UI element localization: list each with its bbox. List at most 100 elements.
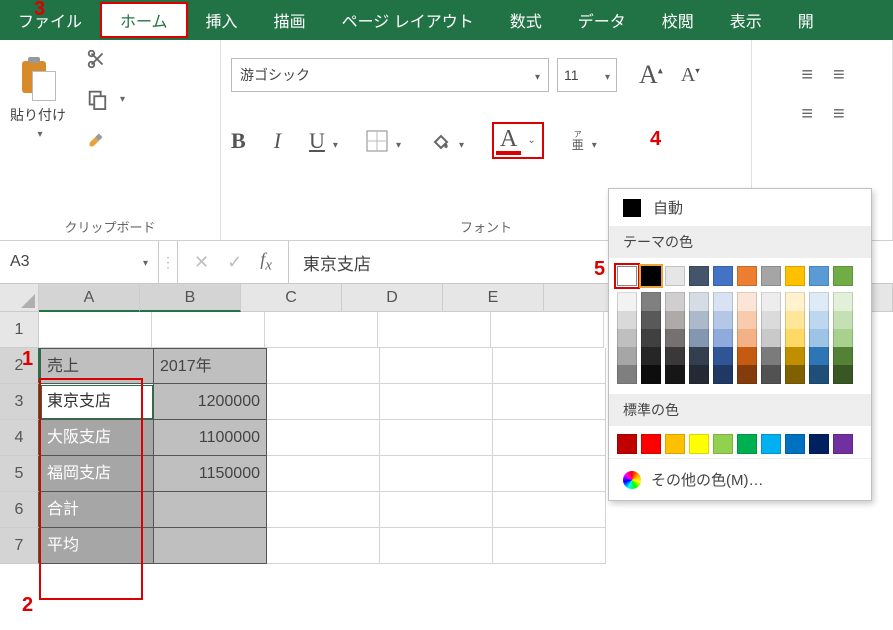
tint-color-swatch[interactable] (617, 329, 637, 347)
cell-A4[interactable]: 大阪支店 (40, 420, 154, 456)
align-top-button[interactable]: ≡ (801, 64, 811, 87)
tint-color-swatch[interactable] (713, 347, 733, 365)
cell-E3[interactable] (493, 384, 606, 420)
tab-formulas[interactable]: 数式 (492, 0, 560, 40)
tab-dev[interactable]: 開 (780, 0, 832, 40)
tint-color-swatch[interactable] (617, 311, 637, 329)
tab-insert[interactable]: 挿入 (188, 0, 256, 40)
cell-A5[interactable]: 福岡支店 (40, 456, 154, 492)
tint-color-swatch[interactable] (761, 311, 781, 329)
cell-B6[interactable] (154, 492, 267, 528)
cell-E5[interactable] (493, 456, 606, 492)
cell-A3[interactable]: 東京支店 (40, 384, 154, 420)
cancel-edit-button[interactable]: ✕ (194, 252, 209, 273)
row-header-7[interactable]: 7 (0, 528, 40, 564)
tint-color-swatch[interactable] (785, 292, 805, 311)
tint-color-swatch[interactable] (665, 311, 685, 329)
row-header-1[interactable]: 1 (0, 312, 39, 348)
tint-color-swatch[interactable] (761, 365, 781, 384)
cell-D7[interactable] (380, 528, 493, 564)
font-name-select[interactable]: 游ゴシック (231, 58, 549, 92)
theme-color-swatch[interactable] (737, 266, 757, 286)
standard-color-swatch[interactable] (713, 434, 733, 454)
font-color-button[interactable]: A ⌄ (492, 122, 544, 159)
phonetic-button[interactable]: ア亜 (572, 128, 597, 154)
cell-C3[interactable] (267, 384, 380, 420)
col-header-D[interactable]: D (342, 284, 443, 312)
tint-color-swatch[interactable] (833, 365, 853, 384)
format-painter-button[interactable] (86, 128, 125, 150)
fx-button[interactable]: fx (260, 249, 272, 275)
cell-E2[interactable] (493, 348, 606, 384)
tint-color-swatch[interactable] (641, 292, 661, 311)
tint-color-swatch[interactable] (641, 311, 661, 329)
tint-color-swatch[interactable] (833, 311, 853, 329)
confirm-edit-button[interactable]: ✓ (227, 252, 242, 273)
row-header-6[interactable]: 6 (0, 492, 40, 528)
align-left-button[interactable]: ≡ (801, 103, 811, 126)
tint-color-swatch[interactable] (713, 329, 733, 347)
cell-A1[interactable] (39, 312, 152, 348)
standard-color-swatch[interactable] (665, 434, 685, 454)
tint-color-swatch[interactable] (785, 329, 805, 347)
row-header-5[interactable]: 5 (0, 456, 40, 492)
tint-color-swatch[interactable] (833, 329, 853, 347)
font-size-select[interactable]: 11 (557, 58, 617, 92)
col-header-E[interactable]: E (443, 284, 544, 312)
cell-C4[interactable] (267, 420, 380, 456)
tint-color-swatch[interactable] (809, 292, 829, 311)
standard-color-swatch[interactable] (689, 434, 709, 454)
tint-color-swatch[interactable] (809, 311, 829, 329)
tint-color-swatch[interactable] (617, 347, 637, 365)
cell-B2[interactable]: 2017年 (154, 348, 267, 384)
theme-color-swatch[interactable] (785, 266, 805, 286)
cell-C5[interactable] (267, 456, 380, 492)
tint-color-swatch[interactable] (761, 329, 781, 347)
tint-color-swatch[interactable] (809, 329, 829, 347)
tab-draw[interactable]: 描画 (256, 0, 324, 40)
theme-color-swatch[interactable] (665, 266, 685, 286)
tint-color-swatch[interactable] (689, 292, 709, 311)
tint-color-swatch[interactable] (665, 292, 685, 311)
tint-color-swatch[interactable] (809, 365, 829, 384)
col-header-C[interactable]: C (241, 284, 342, 312)
tint-color-swatch[interactable] (665, 347, 685, 365)
theme-color-swatch[interactable] (713, 266, 733, 286)
bold-button[interactable]: B (231, 128, 246, 154)
cell-A2[interactable]: 売上 (40, 348, 154, 384)
theme-color-swatch[interactable] (761, 266, 781, 286)
standard-color-swatch[interactable] (785, 434, 805, 454)
tint-color-swatch[interactable] (737, 329, 757, 347)
tint-color-swatch[interactable] (737, 365, 757, 384)
standard-color-swatch[interactable] (809, 434, 829, 454)
tint-color-swatch[interactable] (737, 311, 757, 329)
col-header-A[interactable]: A (39, 284, 140, 312)
cell-B5[interactable]: 1150000 (154, 456, 267, 492)
name-box-handle[interactable]: ⋮ (159, 241, 178, 283)
select-all-corner[interactable] (0, 284, 39, 312)
theme-color-swatch[interactable] (641, 266, 661, 286)
tint-color-swatch[interactable] (617, 365, 637, 384)
cell-E6[interactable] (493, 492, 606, 528)
tint-color-swatch[interactable] (713, 311, 733, 329)
cell-A6[interactable]: 合計 (40, 492, 154, 528)
cell-C1[interactable] (265, 312, 378, 348)
cell-C6[interactable] (267, 492, 380, 528)
align-middle-button[interactable]: ≡ (833, 64, 843, 87)
color-auto-button[interactable]: 自動 (609, 189, 871, 226)
cell-C2[interactable] (267, 348, 380, 384)
standard-color-swatch[interactable] (761, 434, 781, 454)
col-header-B[interactable]: B (140, 284, 241, 312)
cell-E7[interactable] (493, 528, 606, 564)
tint-color-swatch[interactable] (641, 347, 661, 365)
cell-D5[interactable] (380, 456, 493, 492)
theme-color-swatch[interactable] (809, 266, 829, 286)
cell-D1[interactable] (378, 312, 491, 348)
tint-color-swatch[interactable] (617, 292, 637, 311)
theme-color-swatch[interactable] (689, 266, 709, 286)
name-box[interactable]: A3 (0, 241, 159, 283)
tint-color-swatch[interactable] (785, 311, 805, 329)
borders-button[interactable] (366, 128, 401, 154)
tint-color-swatch[interactable] (809, 347, 829, 365)
italic-button[interactable]: I (274, 128, 281, 154)
